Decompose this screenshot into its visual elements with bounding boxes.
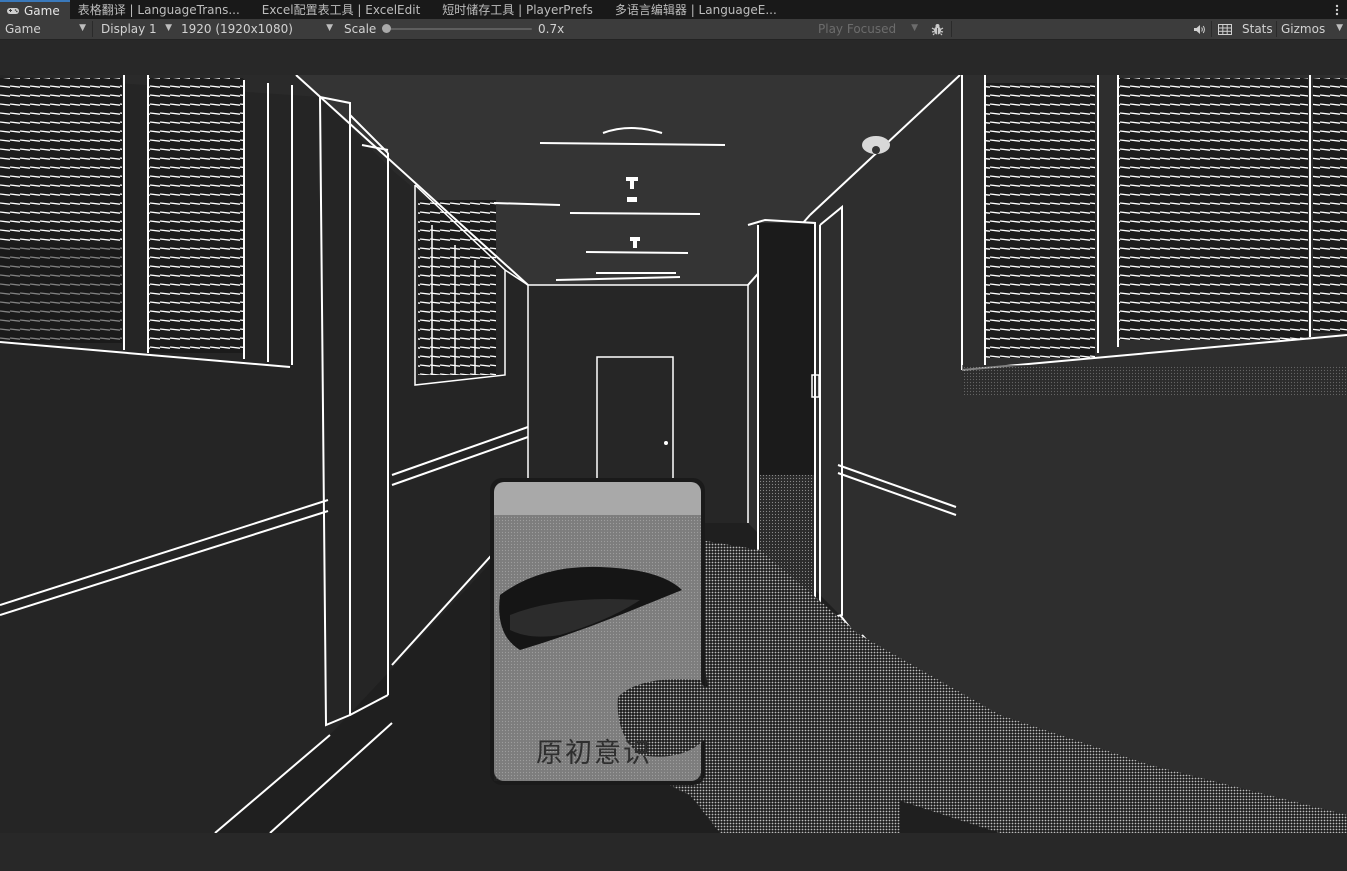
game-render-view[interactable]: 原初意识 bbox=[0, 75, 1347, 833]
resolution-dropdown[interactable]: 1920 (1920x1080) ▼ bbox=[177, 19, 337, 39]
view-mode-dropdown[interactable]: Game ▼ bbox=[0, 19, 90, 39]
stats-button[interactable]: Stats bbox=[1242, 19, 1273, 39]
divider bbox=[92, 21, 93, 37]
chevron-down-icon: ▼ bbox=[911, 23, 918, 33]
left-window-blinds bbox=[148, 78, 244, 353]
chevron-down-icon: ▼ bbox=[165, 23, 172, 33]
card-title-text: 原初意识 bbox=[536, 738, 652, 769]
tab-player-prefs[interactable]: 短时储存工具 | PlayerPrefs bbox=[428, 0, 601, 19]
bug-icon[interactable] bbox=[928, 19, 946, 39]
editor-tab-strip: Game 表格翻译 | LanguageTrans... Excel配置表工具 … bbox=[0, 0, 1347, 19]
gizmos-dropdown[interactable]: Gizmos ▼ bbox=[1278, 19, 1347, 39]
tab-label: 短时储存工具 | PlayerPrefs bbox=[442, 3, 593, 17]
display-label: Display 1 bbox=[101, 22, 157, 36]
scale-slider-handle[interactable] bbox=[382, 24, 391, 33]
game-view-toolbar: Game ▼ Display 1 ▼ 1920 (1920x1080) ▼ Sc… bbox=[0, 19, 1347, 40]
tab-excel-edit[interactable]: Excel配置表工具 | ExcelEdit bbox=[248, 0, 429, 19]
play-mode-dropdown[interactable]: Play Focused ▼ bbox=[814, 19, 922, 39]
scale-slider-track[interactable] bbox=[385, 28, 532, 30]
divider bbox=[1276, 21, 1277, 37]
chevron-down-icon: ▼ bbox=[326, 23, 333, 33]
tab-label: 表格翻译 | LanguageTrans... bbox=[77, 3, 240, 17]
tab-label: Game bbox=[24, 3, 60, 18]
kebab-menu-icon[interactable] bbox=[1327, 0, 1347, 19]
chevron-down-icon: ▼ bbox=[1336, 23, 1343, 33]
security-camera bbox=[862, 136, 890, 154]
corridor-scene bbox=[0, 75, 1347, 833]
scale-label: Scale bbox=[344, 22, 377, 36]
scale-value: 0.7x bbox=[538, 22, 565, 36]
right-window-blinds bbox=[985, 83, 1095, 358]
tab-label: 多语言编辑器 | LanguageE... bbox=[614, 3, 777, 17]
gizmos-label: Gizmos bbox=[1281, 22, 1326, 36]
chevron-down-icon: ▼ bbox=[79, 23, 86, 33]
view-mode-label: Game bbox=[5, 22, 41, 36]
divider bbox=[951, 21, 952, 37]
tab-language-editor[interactable]: 多语言编辑器 | LanguageE... bbox=[601, 0, 785, 19]
tab-label: Excel配置表工具 | ExcelEdit bbox=[261, 3, 421, 17]
gamepad-icon bbox=[6, 6, 20, 16]
resolution-label: 1920 (1920x1080) bbox=[181, 22, 293, 36]
display-dropdown[interactable]: Display 1 ▼ bbox=[96, 19, 176, 39]
play-mode-label: Play Focused bbox=[818, 22, 897, 36]
audio-icon[interactable] bbox=[1189, 19, 1209, 39]
grid-toggle-icon[interactable] bbox=[1215, 19, 1235, 39]
tab-game[interactable]: Game bbox=[0, 0, 70, 19]
tab-language-trans[interactable]: 表格翻译 | LanguageTrans... bbox=[70, 0, 248, 19]
divider bbox=[1211, 21, 1212, 37]
right-window-blinds bbox=[1118, 78, 1308, 340]
